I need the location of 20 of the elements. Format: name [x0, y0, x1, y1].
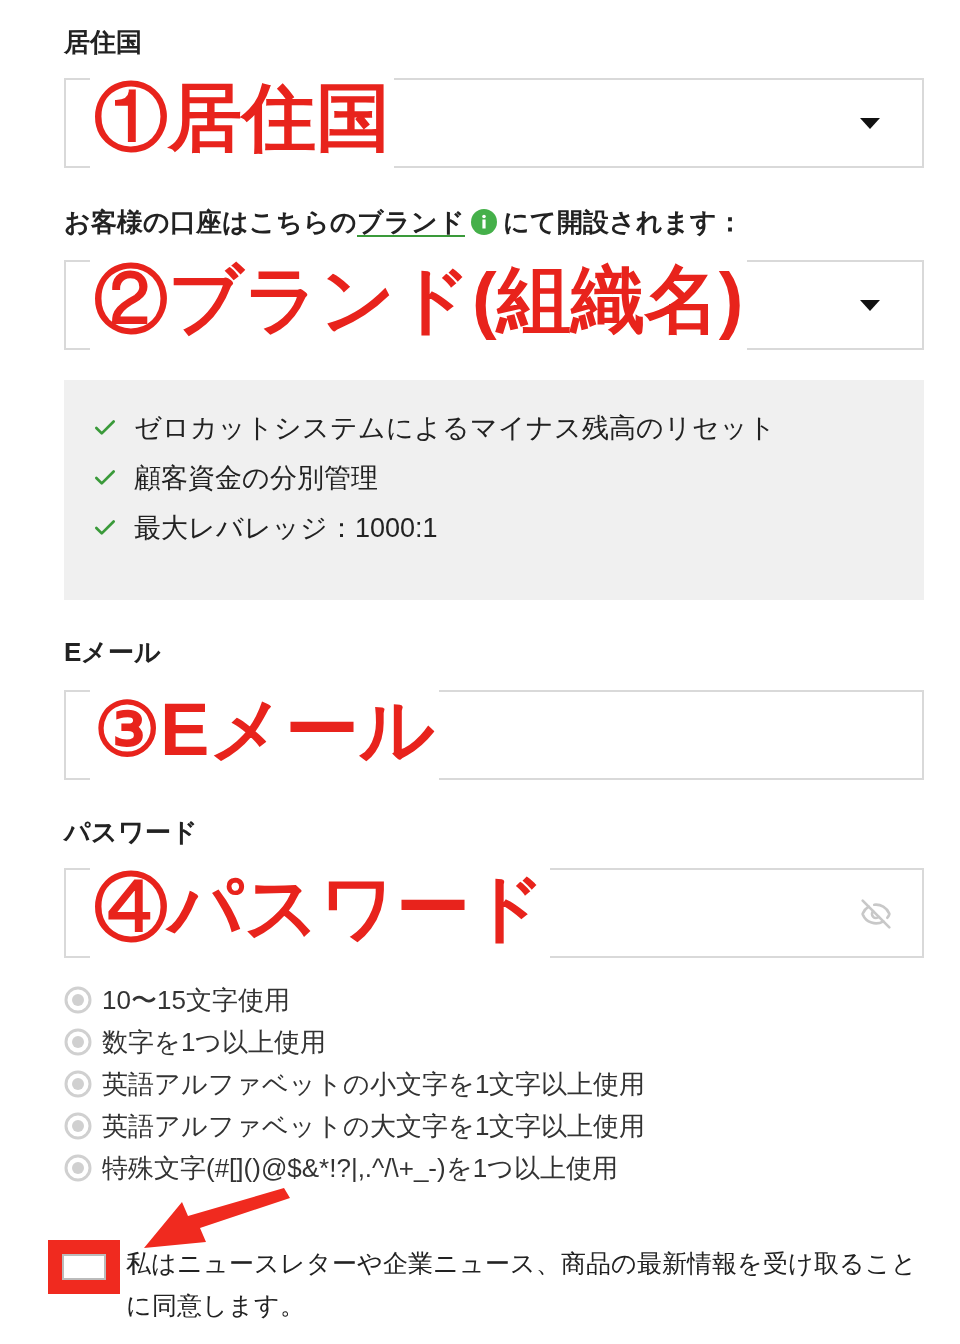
feature-text: ゼロカットシステムによるマイナス残高のリセット [134, 412, 776, 445]
rule-text: 英語アルファベットの大文字を1文字以上使用 [102, 1110, 646, 1143]
field-label: お客様の口座はこちらの [64, 206, 357, 239]
feature-text: 最大レバレッジ：1000:1 [134, 512, 438, 545]
field-label: 居住国 [64, 26, 143, 59]
field-label: パスワード [64, 816, 199, 849]
caret-icon [860, 118, 880, 129]
rule-text: 10〜15文字使用 [102, 984, 290, 1017]
info-icon[interactable] [471, 209, 497, 235]
newsletter-checkbox[interactable] [62, 1254, 106, 1280]
rule-text: 特殊文字(#[]()@$&*!?|,.^/\+_-)を1つ以上使用 [102, 1152, 619, 1185]
rule-text: 数字を1つ以上使用 [102, 1026, 327, 1059]
field-label: Eメール [64, 636, 163, 669]
newsletter-text: 私はニュースレターや企業ニュース、商品の最新情報を受け取ることに同意します。 [126, 1248, 918, 1321]
caret-icon [860, 300, 880, 311]
brand-link[interactable]: ブランド [357, 204, 465, 240]
rule-text: 英語アルファベットの小文字を1文字以上使用 [102, 1068, 646, 1101]
feature-text: 顧客資金の分別管理 [134, 462, 378, 495]
hide-password-icon[interactable] [860, 898, 892, 930]
field-label: にて開設されます： [503, 206, 743, 239]
